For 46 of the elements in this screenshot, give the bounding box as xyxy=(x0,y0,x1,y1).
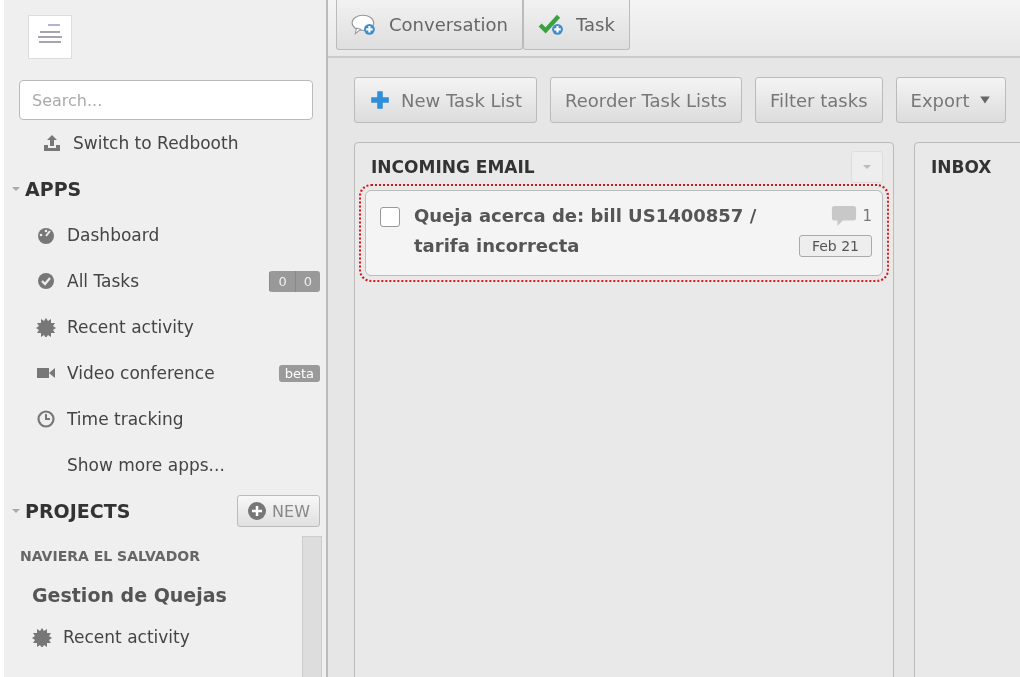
project-app-link[interactable]: Recent activity xyxy=(63,627,296,647)
app-link[interactable]: Show more apps... xyxy=(67,455,320,475)
task-list-title: INCOMING EMAIL xyxy=(371,157,535,177)
task-list-title: INBOX xyxy=(931,157,992,177)
task-title[interactable]: Queja acerca de: bill US1400857 / tarifa incorrecta xyxy=(414,201,784,261)
app-link[interactable]: Video conference xyxy=(67,363,279,383)
app-link[interactable]: Time tracking xyxy=(67,409,320,429)
caret-icon xyxy=(862,162,872,172)
organization-name: NAVIERA EL SALVADOR xyxy=(20,548,201,564)
search-field[interactable]: Search... xyxy=(19,80,313,120)
burst-icon xyxy=(36,317,56,337)
project-link[interactable]: Gestion de Quejas xyxy=(32,584,302,606)
switch-link[interactable]: Switch to Redbooth xyxy=(10,120,326,166)
speech-bubble-plus-icon xyxy=(351,13,377,36)
new-item-tab[interactable]: Task xyxy=(523,0,630,50)
upload-icon xyxy=(42,133,62,153)
plus-icon xyxy=(369,89,391,111)
toolbar-button[interactable]: Reorder Task Lists xyxy=(550,77,742,123)
comment-icon xyxy=(830,205,859,227)
new-item-tab[interactable]: Conversation xyxy=(336,0,523,50)
expand-arrow-icon[interactable] xyxy=(11,506,21,516)
caret-icon xyxy=(979,94,992,106)
app-link[interactable]: All Tasks xyxy=(67,271,270,291)
beta-badge: beta xyxy=(278,364,320,382)
toolbar-button[interactable]: New Task List xyxy=(354,77,538,123)
check-circle-icon xyxy=(36,271,56,291)
section-title: APPS xyxy=(25,178,82,200)
clock-icon xyxy=(36,409,56,429)
due-date: Feb 21 xyxy=(798,235,872,257)
burst-icon xyxy=(32,627,52,647)
comment-count: 1 xyxy=(862,207,872,225)
scrollbar[interactable] xyxy=(302,536,322,677)
toolbar-button[interactable]: Export xyxy=(895,77,1007,123)
plus-icon xyxy=(247,501,268,521)
toolbar-button[interactable]: Filter tasks xyxy=(754,77,883,123)
task-count: 0 xyxy=(269,270,295,292)
checkmark-plus-icon xyxy=(538,13,564,36)
logo xyxy=(28,15,72,59)
task-checkbox[interactable] xyxy=(380,207,400,227)
expand-arrow-icon[interactable] xyxy=(11,184,21,194)
task-count: 0 xyxy=(294,270,320,292)
list-menu-button[interactable] xyxy=(851,151,883,183)
section-title: PROJECTS xyxy=(25,500,131,522)
app-link[interactable]: Dashboard xyxy=(67,225,320,245)
app-link[interactable]: Recent activity xyxy=(67,317,320,337)
gauge-icon xyxy=(36,225,56,245)
